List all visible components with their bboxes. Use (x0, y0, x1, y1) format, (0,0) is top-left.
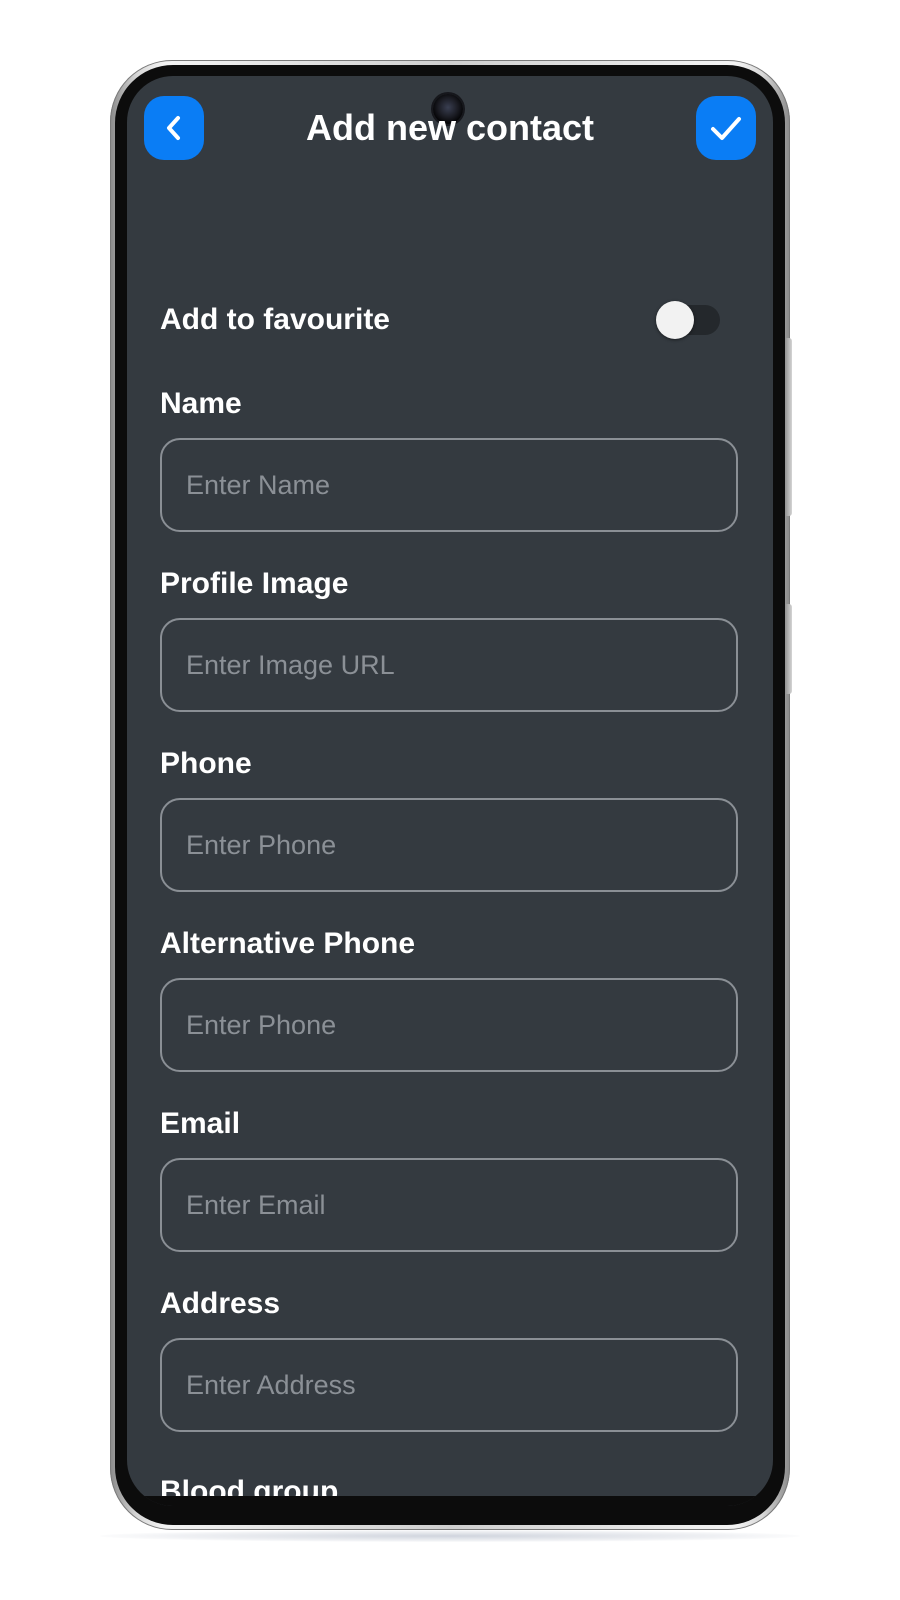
phone-field-group: Phone (160, 744, 740, 892)
profile-image-field-group: Profile Image (160, 564, 740, 712)
email-label: Email (160, 1107, 241, 1140)
screen-bottom-edge (127, 1496, 773, 1506)
volume-button (786, 338, 792, 516)
save-button[interactable] (696, 96, 756, 160)
favourite-label: Add to favourite (160, 303, 390, 336)
profile-image-input[interactable] (160, 618, 738, 712)
name-input[interactable] (160, 438, 738, 532)
phone-label: Phone (160, 747, 252, 780)
toggle-knob (656, 301, 694, 339)
favourite-row: Add to favourite (160, 298, 720, 342)
stage: Add new contact Add to favourite Name Pr… (0, 0, 900, 1600)
device-shadow (100, 1530, 800, 1542)
favourite-toggle[interactable] (656, 301, 720, 339)
alternative-phone-field-group: Alternative Phone (160, 924, 740, 1072)
email-field-group: Email (160, 1104, 740, 1252)
alternative-phone-label: Alternative Phone (160, 927, 416, 960)
app-screen: Add new contact Add to favourite Name Pr… (127, 76, 773, 1506)
name-field-group: Name (160, 384, 740, 532)
power-button (786, 604, 792, 694)
address-field-group: Address (160, 1284, 740, 1432)
alternative-phone-input[interactable] (160, 978, 738, 1072)
page-title: Add new contact (305, 107, 595, 148)
email-input[interactable] (160, 1158, 738, 1252)
address-input[interactable] (160, 1338, 738, 1432)
phone-input[interactable] (160, 798, 738, 892)
check-icon (709, 113, 743, 143)
profile-image-label: Profile Image (160, 567, 349, 600)
name-label: Name (160, 387, 242, 420)
address-label: Address (160, 1287, 281, 1320)
